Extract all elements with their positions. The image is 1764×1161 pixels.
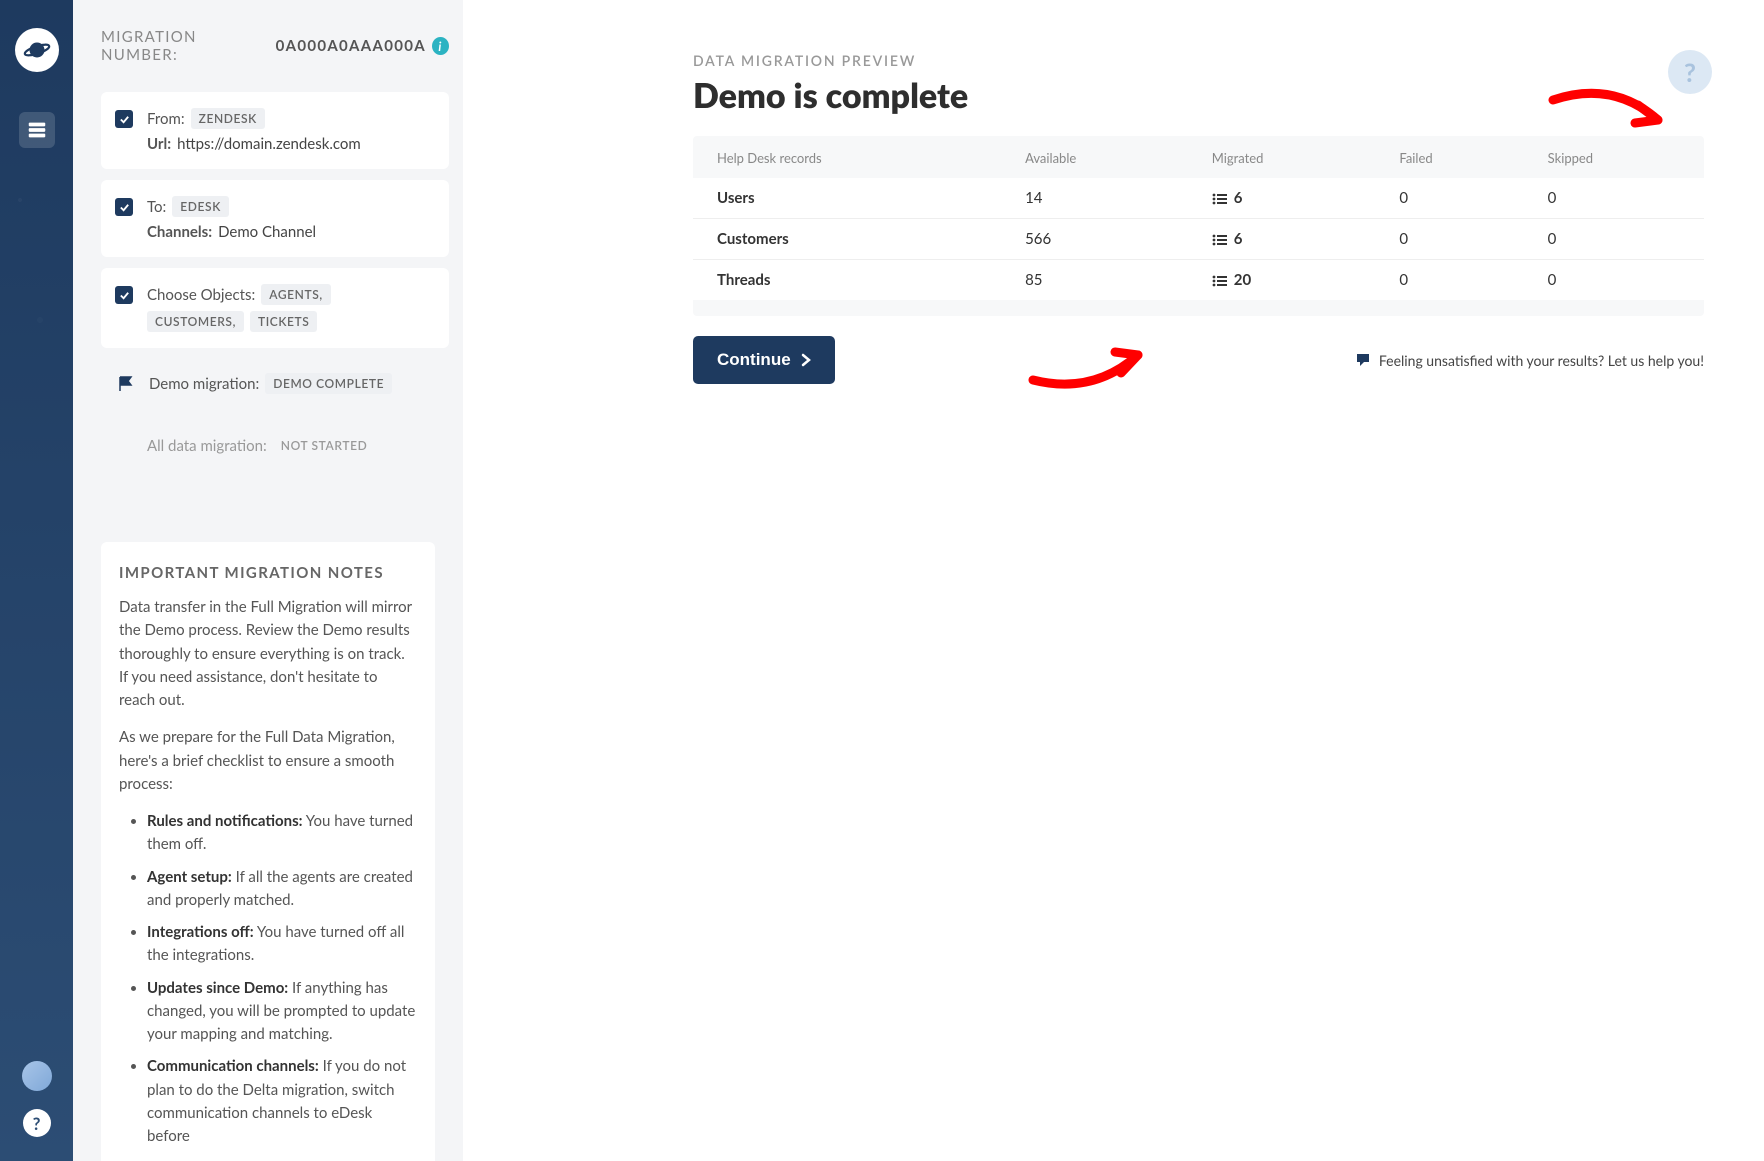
cell-name: Threads bbox=[693, 260, 1007, 301]
cell-migrated[interactable]: 20 bbox=[1194, 260, 1382, 301]
table-row: Users14600 bbox=[693, 178, 1704, 219]
cell-name: Users bbox=[693, 178, 1007, 219]
planet-icon bbox=[22, 35, 52, 65]
cell-skipped: 0 bbox=[1530, 260, 1704, 301]
cell-failed: 0 bbox=[1381, 178, 1529, 219]
help-text: Feeling unsatisfied with your results? L… bbox=[1379, 352, 1704, 369]
th-available: Available bbox=[1007, 136, 1194, 178]
th-records: Help Desk records bbox=[693, 136, 1007, 178]
migration-number-label: MIGRATION NUMBER: bbox=[101, 28, 270, 64]
continue-button[interactable]: Continue bbox=[693, 336, 835, 384]
all-data-label: All data migration: bbox=[147, 437, 267, 455]
support-link[interactable]: Feeling unsatisfied with your results? L… bbox=[1355, 352, 1704, 369]
th-migrated: Migrated bbox=[1194, 136, 1382, 178]
cell-failed: 0 bbox=[1381, 219, 1529, 260]
sidebar: MIGRATION NUMBER: 0A000A0AAA000A i From:… bbox=[73, 0, 463, 1161]
user-avatar[interactable] bbox=[22, 1061, 52, 1091]
cell-skipped: 0 bbox=[1530, 219, 1704, 260]
step-from[interactable]: From: ZENDESK Url: https://domain.zendesk.… bbox=[101, 92, 449, 169]
chat-icon bbox=[1355, 352, 1371, 368]
check-icon bbox=[115, 198, 133, 216]
list-detail-icon bbox=[1212, 193, 1228, 205]
notes-item: Rules and notifications: You have turned… bbox=[147, 810, 417, 857]
to-label: To: bbox=[147, 198, 166, 216]
notes-item: Communication channels: If you do not pl… bbox=[147, 1055, 417, 1148]
to-channels-value: Demo Channel bbox=[218, 223, 316, 241]
all-data-status: NOT STARTED bbox=[273, 435, 376, 456]
migration-number: MIGRATION NUMBER: 0A000A0AAA000A i bbox=[101, 28, 449, 64]
rail-help-button[interactable]: ? bbox=[23, 1109, 51, 1137]
migration-number-value: 0A000A0AAA000A bbox=[276, 37, 426, 55]
cell-skipped: 0 bbox=[1530, 178, 1704, 219]
th-failed: Failed bbox=[1381, 136, 1529, 178]
object-tag: AGENTS, bbox=[261, 284, 331, 305]
step-objects[interactable]: Choose Objects: AGENTS, CUSTOMERS, TICKETS bbox=[101, 268, 449, 348]
nav-rail: ? bbox=[0, 0, 73, 1161]
from-label: From: bbox=[147, 110, 185, 128]
annotation-arrow-2 bbox=[1023, 330, 1163, 400]
to-channels-label: Channels: bbox=[147, 223, 212, 241]
step-demo[interactable]: Demo migration: DEMO COMPLETE bbox=[101, 359, 449, 408]
annotation-arrow-1 bbox=[1543, 85, 1683, 155]
step-to[interactable]: To: EDESK Channels: Demo Channel bbox=[101, 180, 449, 257]
info-icon[interactable]: i bbox=[432, 37, 449, 55]
app-logo[interactable] bbox=[15, 28, 59, 72]
notes-item: Integrations off: You have turned off al… bbox=[147, 921, 417, 968]
rail-migrations[interactable] bbox=[19, 112, 55, 148]
step-all-data: All data migration: NOT STARTED bbox=[101, 419, 449, 472]
notes-item: Updates since Demo: If anything has chan… bbox=[147, 977, 417, 1047]
object-tag: CUSTOMERS, bbox=[147, 311, 244, 332]
list-icon bbox=[26, 119, 48, 141]
notes-p2: As we prepare for the Full Data Migratio… bbox=[119, 726, 417, 796]
table-row: Threads852000 bbox=[693, 260, 1704, 301]
check-icon bbox=[115, 110, 133, 128]
demo-label: Demo migration: bbox=[149, 375, 259, 393]
results-table-wrap: Help Desk records Available Migrated Fai… bbox=[693, 136, 1704, 316]
from-value: ZENDESK bbox=[191, 108, 265, 129]
cell-available: 14 bbox=[1007, 178, 1194, 219]
cell-name: Customers bbox=[693, 219, 1007, 260]
cell-available: 85 bbox=[1007, 260, 1194, 301]
results-table: Help Desk records Available Migrated Fai… bbox=[693, 136, 1704, 300]
object-tag: TICKETS bbox=[250, 311, 317, 332]
continue-label: Continue bbox=[717, 350, 791, 370]
cell-migrated[interactable]: 6 bbox=[1194, 219, 1382, 260]
list-detail-icon bbox=[1212, 234, 1228, 246]
preview-label: DATA MIGRATION PREVIEW bbox=[693, 52, 1704, 69]
notes-title: IMPORTANT MIGRATION NOTES bbox=[119, 564, 417, 582]
list-detail-icon bbox=[1212, 275, 1228, 287]
cell-migrated[interactable]: 6 bbox=[1194, 178, 1382, 219]
cell-failed: 0 bbox=[1381, 260, 1529, 301]
flag-icon bbox=[117, 375, 135, 393]
table-row: Customers566600 bbox=[693, 219, 1704, 260]
notes-card: IMPORTANT MIGRATION NOTES Data transfer … bbox=[101, 542, 435, 1161]
notes-list: Rules and notifications: You have turned… bbox=[119, 810, 417, 1148]
to-value: EDESK bbox=[172, 196, 229, 217]
from-url-value: https://domain.zendesk.com bbox=[177, 135, 361, 153]
cell-available: 566 bbox=[1007, 219, 1194, 260]
objects-label: Choose Objects: bbox=[147, 286, 255, 304]
check-icon bbox=[115, 286, 133, 304]
from-url-label: Url: bbox=[147, 135, 171, 153]
notes-p1: Data transfer in the Full Migration will… bbox=[119, 596, 417, 712]
chevron-right-icon bbox=[801, 353, 811, 367]
main-content: ? DATA MIGRATION PREVIEW Demo is complet… bbox=[463, 0, 1764, 1161]
notes-item: Agent setup: If all the agents are creat… bbox=[147, 866, 417, 913]
demo-status: DEMO COMPLETE bbox=[265, 373, 392, 394]
